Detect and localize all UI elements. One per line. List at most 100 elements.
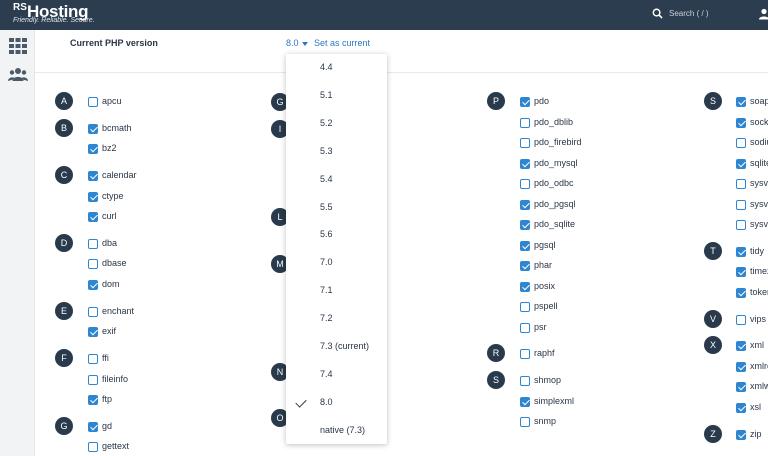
extension-checkbox[interactable] bbox=[736, 429, 746, 440]
version-option-label: 8.0 bbox=[320, 396, 333, 407]
extension-checkbox[interactable] bbox=[88, 171, 98, 182]
extension-label: gd bbox=[102, 420, 113, 431]
extension-checkbox[interactable] bbox=[736, 138, 746, 148]
version-option[interactable]: 7.2 bbox=[286, 305, 387, 333]
extension-checkbox[interactable] bbox=[736, 179, 746, 189]
extension-checkbox[interactable] bbox=[736, 287, 746, 298]
extension-checkbox[interactable] bbox=[520, 138, 530, 148]
extension-checkbox[interactable] bbox=[736, 341, 746, 352]
extension-checkbox[interactable] bbox=[88, 279, 98, 290]
extension-label: sysvshm bbox=[750, 219, 768, 229]
extension-checkbox[interactable] bbox=[736, 314, 746, 325]
extension-checkbox[interactable] bbox=[520, 158, 530, 169]
extension-checkbox[interactable] bbox=[88, 97, 98, 107]
version-option[interactable]: 8.0 bbox=[286, 389, 387, 417]
extension-checkbox[interactable] bbox=[88, 354, 98, 364]
extension-checkbox[interactable] bbox=[520, 396, 530, 407]
extension-checkbox[interactable] bbox=[520, 240, 530, 251]
extension-checkbox[interactable] bbox=[736, 199, 746, 210]
user-icon[interactable] bbox=[758, 8, 768, 20]
version-option[interactable]: 7.4 bbox=[286, 361, 387, 389]
extension-checkbox[interactable] bbox=[736, 382, 746, 393]
extension-checkbox[interactable] bbox=[520, 117, 530, 128]
version-option[interactable]: 5.5 bbox=[286, 194, 387, 222]
extension-label: zip bbox=[750, 428, 762, 439]
version-option[interactable]: 5.2 bbox=[286, 110, 387, 138]
extension-checkbox[interactable] bbox=[736, 158, 746, 169]
extension-label: shmop bbox=[534, 375, 562, 386]
extension-label: ftp bbox=[102, 394, 113, 404]
extension-label: pdo_dblib bbox=[534, 116, 574, 127]
extension-label: bcmath bbox=[102, 122, 132, 133]
extension-checkbox[interactable] bbox=[88, 212, 98, 223]
extension-checkbox[interactable] bbox=[88, 191, 98, 202]
extension-checkbox[interactable] bbox=[520, 322, 530, 333]
extension-label: soap bbox=[750, 96, 768, 106]
extension-checkbox[interactable] bbox=[88, 442, 98, 453]
version-option-label: 7.3 (current) bbox=[320, 341, 370, 351]
extension-label: sodium bbox=[750, 137, 768, 147]
users-icon[interactable] bbox=[8, 66, 28, 84]
extension-label: vips bbox=[750, 313, 767, 324]
extension-label: pdo_firebird bbox=[534, 137, 582, 147]
extension-checkbox[interactable] bbox=[520, 349, 530, 360]
extension-checkbox[interactable] bbox=[736, 97, 746, 107]
extension-label: snmp bbox=[534, 416, 557, 427]
extension-checkbox[interactable] bbox=[88, 123, 98, 134]
letter-badge: S bbox=[704, 92, 722, 110]
extension-label: timezonedb bbox=[750, 266, 768, 277]
extension-checkbox[interactable] bbox=[736, 402, 746, 413]
extension-checkbox[interactable] bbox=[736, 361, 746, 372]
extension-checkbox[interactable] bbox=[736, 117, 746, 128]
extension-label: posix bbox=[534, 280, 556, 291]
chevron-down-icon[interactable] bbox=[302, 42, 308, 46]
extension-checkbox[interactable] bbox=[520, 417, 530, 428]
extension-checkbox[interactable] bbox=[520, 281, 530, 292]
extension-checkbox[interactable] bbox=[736, 220, 746, 230]
version-option[interactable]: 5.3 bbox=[286, 138, 387, 166]
extension-checkbox[interactable] bbox=[520, 220, 530, 230]
extension-checkbox[interactable] bbox=[520, 302, 530, 312]
letter-badge: C bbox=[55, 166, 73, 185]
version-option-label: 5.4 bbox=[320, 173, 333, 184]
extension-label: gettext bbox=[102, 441, 130, 452]
extension-label: pdo_mysql bbox=[534, 157, 578, 168]
letter-badge: V bbox=[704, 309, 722, 328]
extension-checkbox[interactable] bbox=[88, 144, 98, 155]
extension-label: enchant bbox=[102, 305, 135, 316]
extension-checkbox[interactable] bbox=[520, 97, 530, 107]
extension-checkbox[interactable] bbox=[520, 179, 530, 189]
extension-label: pgsql bbox=[534, 239, 556, 250]
extension-checkbox[interactable] bbox=[520, 199, 530, 210]
search-placeholder: Search ( / ) bbox=[669, 9, 709, 18]
extension-checkbox[interactable] bbox=[88, 306, 98, 317]
version-option[interactable]: 5.4 bbox=[286, 166, 387, 194]
version-option[interactable]: 4.4 bbox=[286, 54, 387, 82]
extension-label: sockets bbox=[750, 116, 768, 127]
version-option[interactable]: 7.3 (current) bbox=[286, 333, 387, 361]
apps-grid-icon[interactable] bbox=[8, 37, 28, 55]
extension-checkbox[interactable] bbox=[736, 267, 746, 278]
extension-checkbox[interactable] bbox=[88, 327, 98, 338]
extension-checkbox[interactable] bbox=[88, 259, 98, 270]
extension-label: dom bbox=[102, 278, 120, 289]
version-option-label: 7.4 bbox=[320, 368, 333, 379]
extension-checkbox[interactable] bbox=[520, 261, 530, 271]
extension-checkbox[interactable] bbox=[736, 246, 746, 257]
version-option-label: native (7.3) bbox=[320, 424, 366, 435]
extension-label: ffi bbox=[102, 353, 109, 363]
version-option[interactable]: 7.0 bbox=[286, 249, 387, 277]
letter-badge: T bbox=[704, 241, 722, 260]
extension-checkbox[interactable] bbox=[88, 238, 98, 249]
check-icon bbox=[295, 396, 307, 408]
version-option[interactable]: 5.1 bbox=[286, 82, 387, 110]
extension-checkbox[interactable] bbox=[88, 421, 98, 432]
php-version-select[interactable]: 8.0 bbox=[286, 38, 299, 48]
version-option[interactable]: native (7.3) bbox=[286, 417, 387, 445]
extension-checkbox[interactable] bbox=[88, 374, 98, 385]
extension-checkbox[interactable] bbox=[88, 395, 98, 405]
set-as-current-link[interactable]: Set as current bbox=[314, 38, 370, 48]
extension-checkbox[interactable] bbox=[520, 376, 530, 387]
version-option[interactable]: 5.6 bbox=[286, 221, 387, 249]
version-option[interactable]: 7.1 bbox=[286, 277, 387, 305]
